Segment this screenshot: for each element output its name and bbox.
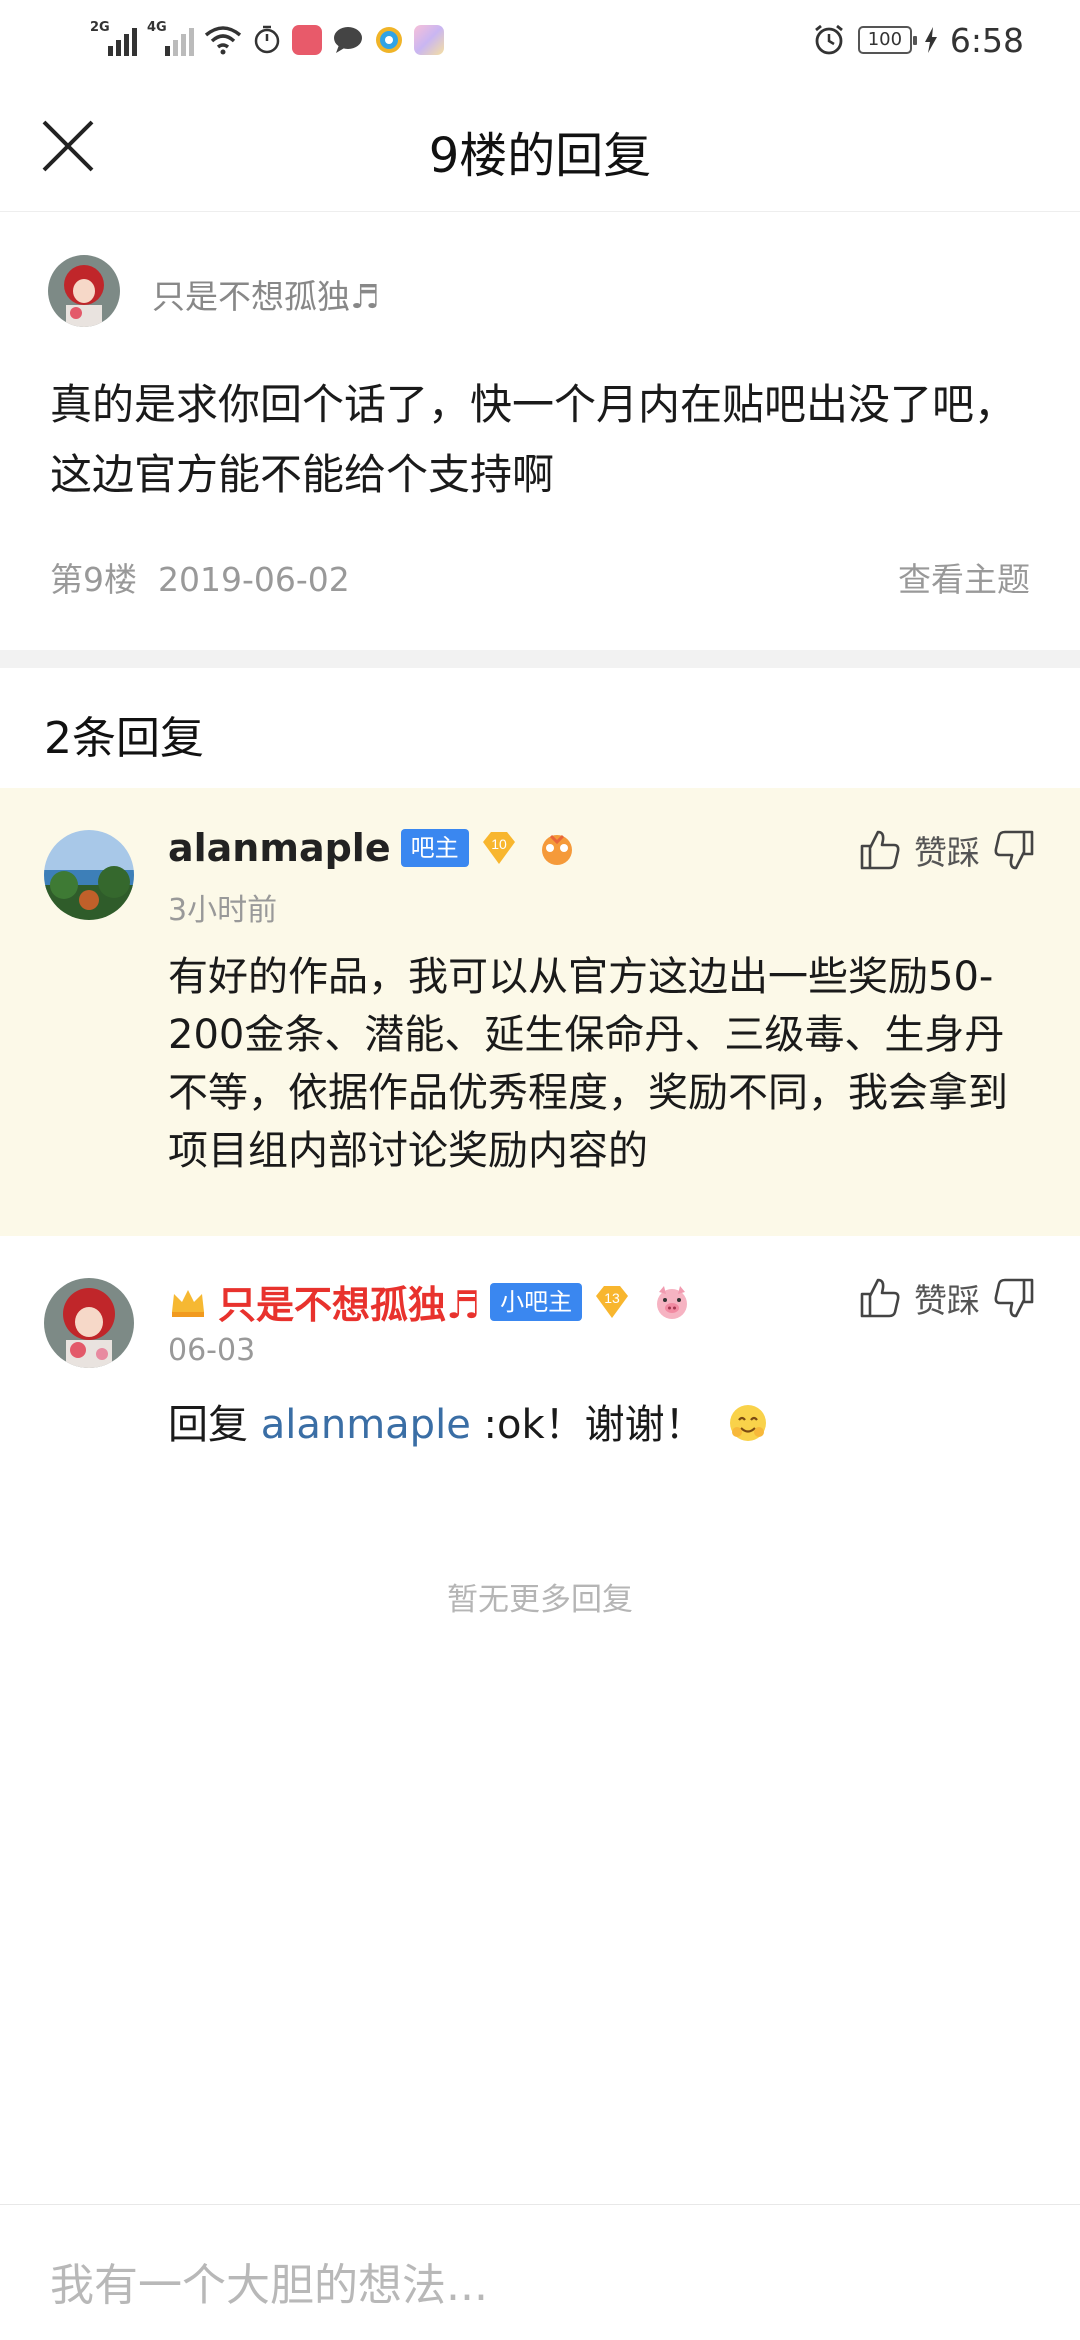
vote-label: 赞踩 [914,833,980,872]
status-badge: 吧主 [400,829,469,867]
avatar[interactable] [48,255,120,327]
pig-icon [657,1285,688,1319]
gallery-app-icon [414,25,444,55]
post-author-name[interactable]: 只是不想孤独♬ [152,270,380,318]
reply-time: 06-03 [168,1333,256,1368]
reply-prefix: 回复 [168,1402,248,1448]
status-badge: 小吧主 [490,1282,583,1321]
avatar[interactable] [44,1278,134,1368]
wifi-icon [204,26,242,55]
reader-app-icon [292,25,322,55]
vote-control: 赞踩 [858,826,1036,874]
reply-input-bar[interactable]: 我有一个大胆的想法... [0,2204,1080,2340]
reply-text: :ok！谢谢！ [483,1402,705,1448]
battery-icon: 100 [857,26,917,54]
timer-icon [254,25,280,54]
reply-input[interactable]: 我有一个大胆的想法... [50,2249,488,2313]
level-badge-icon: 13 [596,1285,629,1318]
thumbs-down-icon[interactable] [992,828,1036,872]
post-meta: 第9楼 2019-06-02 [50,553,350,601]
page-title: 9楼的回复 [428,128,652,184]
thumbs-down-icon[interactable] [992,1276,1036,1320]
reply-content: 回复 alanmaple :ok！谢谢！ [168,1396,1018,1454]
level-number: 13 [604,1290,620,1306]
post-content: 真的是求你回个话了，快一个月内在贴吧出没了吧，这边官方能不能给个支持啊 [50,380,1017,499]
charging-icon [924,27,937,53]
clock-time: 6:58 [949,20,1024,60]
section-divider [0,650,1080,668]
signal-4g-icon: 4G [147,20,194,56]
level-number: 10 [491,836,507,852]
signal-2g-icon: 2G [90,20,137,56]
thumbs-up-icon[interactable] [858,1276,902,1320]
crown-icon [172,1289,204,1317]
alarm-icon [815,24,843,55]
floor-number: 第9楼 [50,560,137,599]
browser-app-icon [376,27,402,53]
no-more-replies: 暂无更多回复 [447,1582,633,1618]
top-nav-bar: 9楼的回复 [0,80,1080,212]
thumbs-up-icon[interactable] [858,828,902,872]
reply-time: 3小时前 [168,893,278,928]
status-bar: 2G 4G 100 6:58 [0,0,1080,80]
avatar[interactable] [44,830,134,920]
list-item: 只是不想孤独♬ 小吧主 13 06-03 赞踩 回复 alanmaple :ok… [0,1236,1080,1496]
reply-count: 2条回复 [44,713,204,764]
vote-control: 赞踩 [858,1274,1036,1322]
post-date: 2019-06-02 [157,560,350,599]
battery-level: 100 [867,29,903,50]
mention-link[interactable]: alanmaple [261,1402,471,1448]
reply-author-name[interactable]: 只是不想孤独♬ [218,1274,480,1329]
reply-content: 有好的作品，我可以从官方这边出一些奖励50-200金条、潜能、延生保命丹、三级毒… [168,954,1008,1174]
reply-author-name[interactable]: alanmaple [168,826,391,870]
game-medal-icon [541,834,572,865]
emoji-icon [730,1405,767,1441]
vote-label: 赞踩 [914,1281,980,1320]
view-topic-link[interactable]: 查看主题 [898,553,1030,601]
level-badge-icon: 10 [482,832,515,864]
message-icon [334,27,362,53]
list-item: alanmaple 吧主 10 3小时前 赞踩 有好的作品，我可以从官方这边出一… [0,788,1080,1236]
